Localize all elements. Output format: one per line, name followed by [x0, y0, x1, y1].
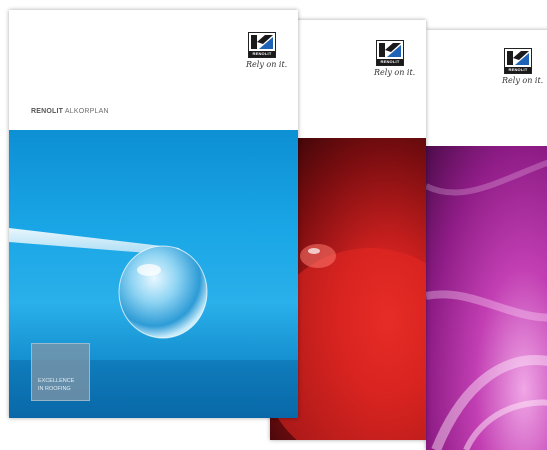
renolit-logo-mark: RENOLIT	[376, 40, 404, 66]
renolit-logo: RENOLIT Rely on it.	[246, 32, 288, 69]
renolit-logo: RENOLIT Rely on it.	[502, 48, 544, 85]
renolit-r-icon	[251, 35, 273, 49]
renolit-logo-mark: RENOLIT	[248, 32, 276, 58]
logo-tagline: Rely on it.	[246, 60, 288, 69]
renolit-logo-mark: RENOLIT	[504, 48, 532, 74]
cover-photo-magenta-flower	[426, 146, 547, 450]
logo-wordmark: RENOLIT	[249, 51, 275, 57]
renolit-logo: RENOLIT Rely on it.	[374, 40, 416, 77]
badge-text: EXCELLENCE IN ROOFING	[38, 378, 75, 392]
droplet	[118, 245, 208, 339]
brochure-cover-blue: RENOLIT Rely on it. RENOLIT ALKORPLAN EX…	[9, 10, 298, 418]
excellence-badge: EXCELLENCE IN ROOFING	[31, 343, 90, 401]
product-brand-line: RENOLIT ALKORPLAN	[31, 108, 109, 115]
brochure-cover-purple: RENOLIT Rely on it.	[426, 30, 547, 450]
logo-wordmark: RENOLIT	[377, 59, 403, 65]
renolit-r-icon	[379, 43, 401, 57]
water-droplet	[300, 244, 336, 268]
logo-wordmark: RENOLIT	[505, 67, 531, 73]
brand-company: RENOLIT	[31, 108, 64, 115]
brand-product: ALKORPLAN	[64, 108, 109, 115]
renolit-r-icon	[507, 51, 529, 65]
logo-tagline: Rely on it.	[502, 76, 544, 85]
logo-tagline: Rely on it.	[374, 68, 416, 77]
flower-petal-streaks	[426, 159, 547, 450]
